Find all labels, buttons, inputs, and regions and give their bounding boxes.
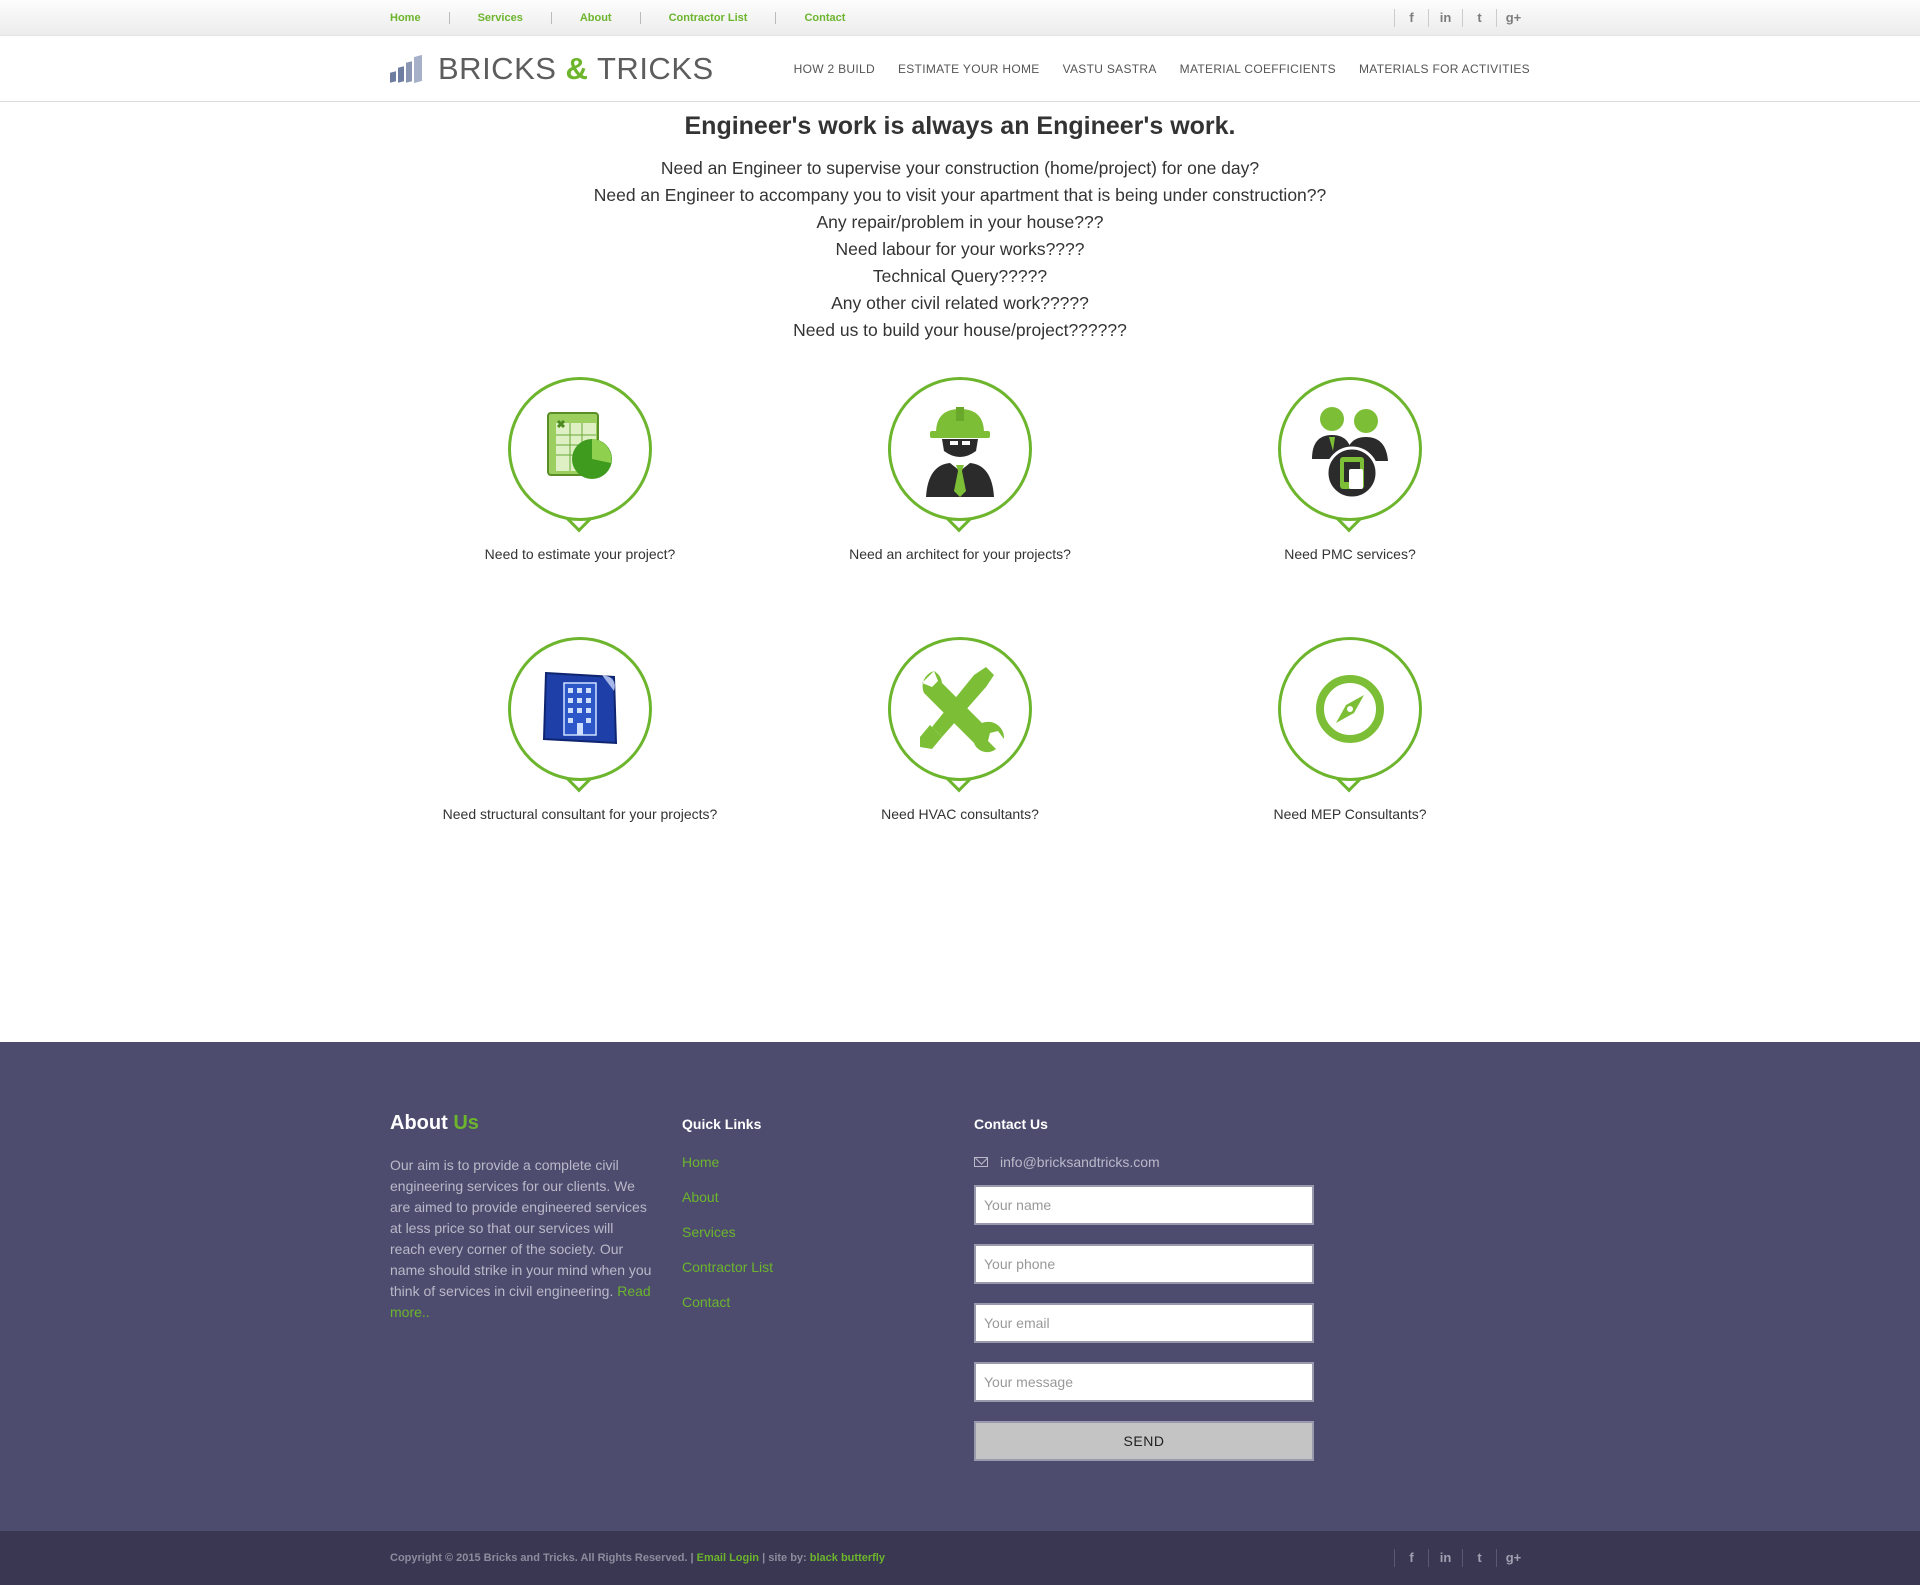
send-button[interactable]: SEND [974,1421,1314,1461]
top-link-services[interactable]: Services [448,12,551,24]
service-architect[interactable]: Need an architect for your projects? [765,377,1155,562]
top-bar: Home Services About Contractor List Cont… [0,0,1920,36]
service-pin [1277,637,1423,797]
nav-how-2-build[interactable]: HOW 2 BUILD [794,62,875,76]
facebook-icon[interactable]: f [1394,1549,1428,1567]
service-structural[interactable]: Need structural consultant for your proj… [385,637,775,822]
footer-about-text: Our aim is to provide a complete civil e… [390,1157,652,1320]
nav-material-coefficients[interactable]: MATERIAL COEFFICIENTS [1180,62,1336,76]
footer-about-title: About Us [390,1112,479,1134]
service-pmc[interactable]: Need PMC services? [1155,377,1545,562]
bricks-logo-icon [390,54,424,84]
name-field[interactable] [974,1185,1314,1225]
top-link-about[interactable]: About [550,12,640,24]
footer-contact: Contact Us info@bricksandtricks.com SEND [974,1112,1314,1461]
service-label: Need PMC services? [1284,546,1416,562]
bottom-social-links: f in t g+ [1394,1549,1530,1567]
main-content: Engineer's work is always an Engineer's … [0,112,1920,844]
site-footer: About Us Our aim is to provide a complet… [0,1042,1920,1531]
copyright: Copyright © 2015 Bricks and Tricks. All … [390,1552,885,1564]
email-field[interactable] [974,1303,1314,1343]
intro-line: Need an Engineer to accompany you to vis… [593,185,1327,205]
main-nav: HOW 2 BUILD ESTIMATE YOUR HOME VASTU SAS… [771,62,1530,76]
footer-about: About Us Our aim is to provide a complet… [390,1112,682,1461]
site-logo[interactable]: BRICKS & TRICKS [390,51,714,87]
envelope-icon [974,1157,988,1167]
top-link-contact[interactable]: Contact [775,12,873,24]
intro-line: Need an Engineer to supervise your const… [660,158,1260,178]
intro-line: Technical Query????? [872,266,1048,286]
quick-links-title: Quick Links [682,1116,762,1132]
service-pin [1277,377,1423,537]
twitter-icon[interactable]: t [1462,9,1496,27]
intro-text: Need an Engineer to supervise your const… [390,155,1530,344]
contact-title: Contact Us [974,1116,1048,1132]
googleplus-icon[interactable]: g+ [1496,1549,1530,1567]
top-link-contractor-list[interactable]: Contractor List [639,12,776,24]
footer-link-about[interactable]: About [682,1189,974,1205]
compass-icon [1316,675,1384,743]
author-link[interactable]: black butterfly [810,1552,885,1564]
footer-quick-links: Quick Links Home About Services Contract… [682,1112,974,1461]
intro-line: Need us to build your house/project?????… [793,320,1127,340]
footer-link-contact[interactable]: Contact [682,1294,974,1310]
contact-email: info@bricksandtricks.com [974,1154,1314,1170]
contact-email-text[interactable]: info@bricksandtricks.com [1000,1154,1160,1170]
footer-link-home[interactable]: Home [682,1154,974,1170]
email-login-link[interactable]: Email Login [697,1552,759,1564]
service-pin [887,637,1033,797]
wrench-screwdriver-icon [920,667,1005,753]
logo-wordmark: BRICKS & TRICKS [438,51,714,86]
nav-materials-for-activities[interactable]: MATERIALS FOR ACTIVITIES [1359,62,1530,76]
service-label: Need an architect for your projects? [849,546,1071,562]
page-title: Engineer's work is always an Engineer's … [684,112,1236,140]
top-social-links: f in t g+ [1394,9,1530,27]
footer-link-services[interactable]: Services [682,1224,974,1240]
service-estimate[interactable]: Need to estimate your project? [385,377,775,562]
top-link-home[interactable]: Home [390,12,449,24]
service-label: Need to estimate your project? [484,546,676,562]
intro-line: Any repair/problem in your house??? [816,212,1104,232]
service-label: Need HVAC consultants? [881,806,1039,822]
services-grid: Need to estimate your project? Need an a… [390,344,1530,844]
bottom-bar: Copyright © 2015 Bricks and Tricks. All … [0,1531,1920,1585]
site-header: BRICKS & TRICKS HOW 2 BUILD ESTIMATE YOU… [0,36,1920,102]
facebook-icon[interactable]: f [1394,9,1428,27]
phone-field[interactable] [974,1244,1314,1284]
service-pin [887,377,1033,537]
service-pin [507,377,653,537]
googleplus-icon[interactable]: g+ [1496,9,1530,27]
service-mep[interactable]: Need MEP Consultants? [1155,637,1545,822]
footer-link-contractor-list[interactable]: Contractor List [682,1259,974,1275]
service-label: Need MEP Consultants? [1273,806,1427,822]
top-links: Home Services About Contractor List Cont… [390,12,873,24]
service-hvac[interactable]: Need HVAC consultants? [765,637,1155,822]
nav-vastu-sastra[interactable]: VASTU SASTRA [1063,62,1157,76]
spreadsheet-chart-icon [547,412,612,479]
linkedin-icon[interactable]: in [1428,1549,1462,1567]
service-label: Need structural consultant for your proj… [442,806,718,822]
service-pin [507,637,653,797]
message-field[interactable] [974,1362,1314,1402]
blueprint-building-icon [542,671,618,745]
intro-line: Any other civil related work????? [831,293,1089,313]
linkedin-icon[interactable]: in [1428,9,1462,27]
nav-estimate-your-home[interactable]: ESTIMATE YOUR HOME [898,62,1040,76]
engineer-helmet-icon [926,407,994,497]
team-device-icon [1312,407,1388,499]
intro-line: Need labour for your works???? [835,239,1085,259]
twitter-icon[interactable]: t [1462,1549,1496,1567]
